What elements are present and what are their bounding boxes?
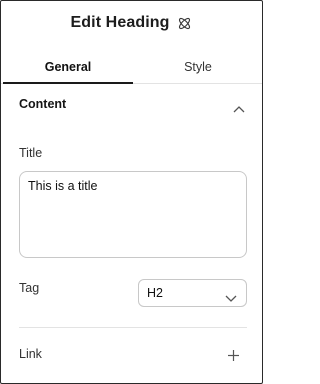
chevron-up-icon (233, 100, 245, 113)
chevron-down-icon (225, 290, 237, 302)
tag-select[interactable]: H2 (138, 279, 247, 307)
tab-style[interactable]: Style (133, 51, 262, 83)
tab-general-label: General (44, 60, 92, 74)
section-title: Content (19, 97, 67, 111)
tag-label: Tag (19, 281, 40, 295)
tag-select-value: H2 (147, 286, 163, 300)
tab-bar: General Style (1, 51, 262, 84)
edit-heading-panel: Edit Heading General Style Content Title (0, 0, 263, 384)
panel-title: Edit Heading (70, 14, 170, 31)
link-label: Link (19, 347, 42, 361)
atom-icon[interactable] (177, 16, 192, 31)
active-tab-indicator (3, 82, 133, 84)
panel-header: Edit Heading (1, 1, 262, 45)
link-section-toggle[interactable]: Link (1, 337, 262, 369)
title-textarea[interactable]: This is a title (19, 171, 247, 258)
tab-style-label: Style (184, 60, 212, 74)
tab-general[interactable]: General (3, 51, 133, 83)
title-label: Title (19, 146, 43, 160)
content-section-toggle[interactable]: Content (1, 89, 262, 121)
divider (19, 327, 247, 328)
plus-icon (228, 348, 239, 361)
